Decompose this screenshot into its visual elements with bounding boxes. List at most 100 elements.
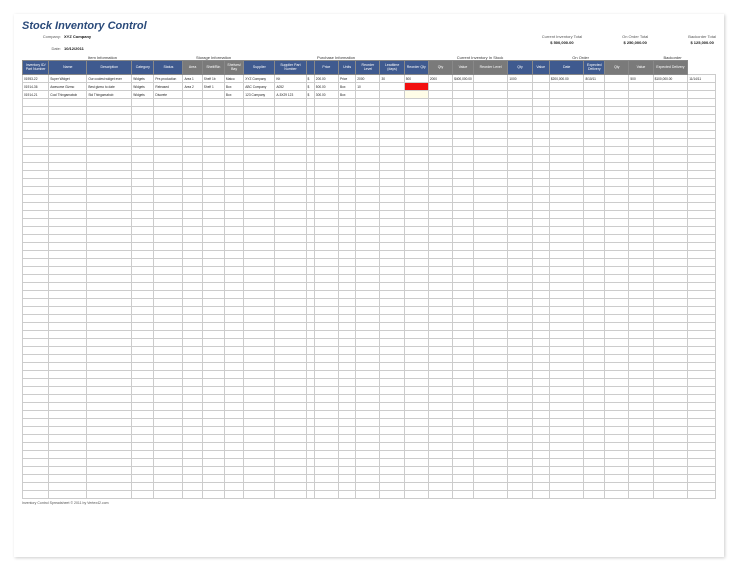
table-cell bbox=[404, 299, 428, 307]
table-cell bbox=[688, 451, 716, 459]
table-cell bbox=[532, 451, 549, 459]
table-cell bbox=[629, 371, 653, 379]
table-cell bbox=[132, 147, 154, 155]
table-cell bbox=[653, 155, 688, 163]
table-cell bbox=[202, 363, 224, 371]
table-cell bbox=[183, 379, 202, 387]
table-cell bbox=[23, 115, 49, 123]
table-cell bbox=[532, 179, 549, 187]
table-cell bbox=[653, 395, 688, 403]
table-cell bbox=[629, 443, 653, 451]
table-cell bbox=[629, 123, 653, 131]
table-cell bbox=[356, 315, 380, 323]
table-cell bbox=[629, 331, 653, 339]
table-cell bbox=[605, 315, 629, 323]
table-cell bbox=[49, 203, 87, 211]
table-cell bbox=[275, 435, 306, 443]
table-cell bbox=[244, 483, 275, 491]
table-cell bbox=[224, 331, 243, 339]
table-cell: Cool Thingamabob bbox=[49, 91, 87, 99]
table-cell bbox=[154, 235, 183, 243]
table-cell bbox=[87, 379, 132, 387]
table-cell bbox=[629, 131, 653, 139]
table-cell bbox=[380, 131, 404, 139]
table-cell bbox=[688, 467, 716, 475]
table-cell bbox=[224, 451, 243, 459]
table-cell bbox=[428, 107, 452, 115]
table-row bbox=[23, 355, 716, 363]
table-cell bbox=[244, 435, 275, 443]
table-cell bbox=[202, 227, 224, 235]
table-cell bbox=[605, 163, 629, 171]
table-cell bbox=[244, 307, 275, 315]
table-cell bbox=[356, 203, 380, 211]
table-cell bbox=[453, 307, 474, 315]
table-cell bbox=[183, 235, 202, 243]
table-cell bbox=[23, 355, 49, 363]
table-cell bbox=[404, 347, 428, 355]
table-cell bbox=[453, 331, 474, 339]
table-cell bbox=[629, 267, 653, 275]
table-cell bbox=[132, 115, 154, 123]
table-cell bbox=[653, 83, 688, 91]
table-cell bbox=[154, 211, 183, 219]
table-cell bbox=[453, 475, 474, 483]
table-cell bbox=[306, 283, 314, 291]
table-cell bbox=[532, 83, 549, 91]
table-row bbox=[23, 291, 716, 299]
table-cell bbox=[473, 203, 508, 211]
table-cell bbox=[380, 491, 404, 499]
table-row bbox=[23, 299, 716, 307]
table-cell bbox=[532, 147, 549, 155]
table-cell bbox=[629, 395, 653, 403]
table-cell bbox=[584, 131, 605, 139]
table-cell bbox=[688, 339, 716, 347]
table-cell bbox=[154, 107, 183, 115]
table-cell bbox=[532, 131, 549, 139]
column-header: Qty bbox=[508, 61, 532, 75]
table-cell bbox=[404, 211, 428, 219]
table-cell bbox=[605, 147, 629, 155]
table-cell bbox=[49, 123, 87, 131]
table-cell bbox=[532, 91, 549, 99]
table-cell bbox=[532, 475, 549, 483]
table-cell bbox=[339, 163, 356, 171]
table-cell bbox=[532, 227, 549, 235]
table-cell bbox=[202, 339, 224, 347]
table-cell bbox=[549, 275, 584, 283]
table-cell bbox=[453, 427, 474, 435]
table-cell bbox=[605, 299, 629, 307]
table-cell bbox=[549, 107, 584, 115]
table-cell bbox=[202, 315, 224, 323]
table-cell bbox=[275, 235, 306, 243]
table-cell bbox=[653, 467, 688, 475]
table-cell bbox=[428, 147, 452, 155]
table-cell bbox=[87, 451, 132, 459]
table-cell bbox=[549, 147, 584, 155]
table-cell bbox=[339, 243, 356, 251]
table-cell bbox=[688, 491, 716, 499]
table-row bbox=[23, 243, 716, 251]
table-cell bbox=[183, 219, 202, 227]
table-cell bbox=[404, 235, 428, 243]
table-cell bbox=[356, 131, 380, 139]
table-cell bbox=[508, 283, 532, 291]
table-cell bbox=[532, 99, 549, 107]
table-cell bbox=[154, 187, 183, 195]
table-cell bbox=[584, 227, 605, 235]
table-cell bbox=[87, 363, 132, 371]
table-cell bbox=[473, 99, 508, 107]
table-cell bbox=[380, 323, 404, 331]
table-cell bbox=[314, 363, 338, 371]
table-cell bbox=[549, 435, 584, 443]
table-cell bbox=[339, 355, 356, 363]
table-cell bbox=[49, 363, 87, 371]
table-cell bbox=[183, 155, 202, 163]
table-cell bbox=[549, 339, 584, 347]
table-cell bbox=[380, 379, 404, 387]
table-row bbox=[23, 435, 716, 443]
table-cell: Shelf 1b bbox=[202, 75, 224, 83]
table-cell bbox=[404, 315, 428, 323]
table-cell bbox=[87, 395, 132, 403]
column-header: Qty bbox=[605, 61, 629, 75]
